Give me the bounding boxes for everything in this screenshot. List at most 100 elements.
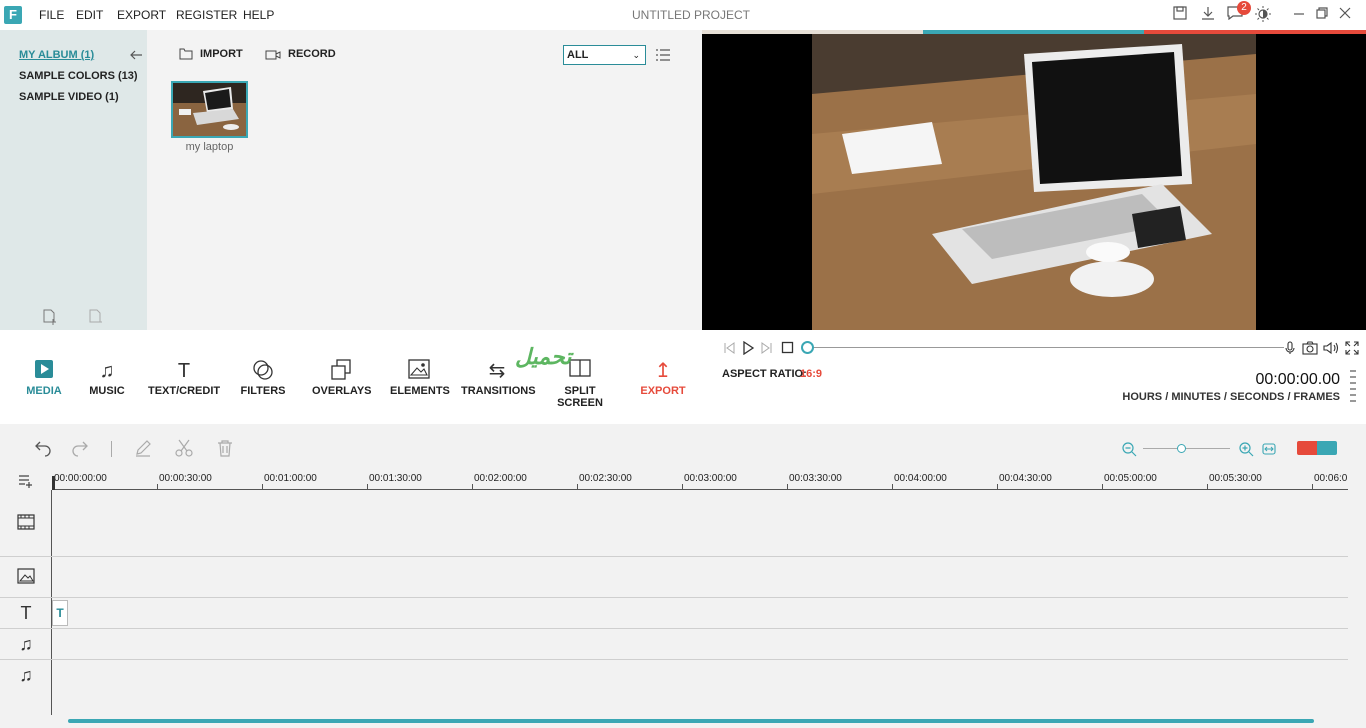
ruler-tick-mark (1207, 484, 1208, 490)
stop-icon[interactable] (781, 341, 794, 357)
watermark: تحميل (515, 344, 572, 369)
notification-badge: 2 (1237, 1, 1251, 15)
tab-filters-label: FILTERS (240, 385, 286, 397)
ruler-tick-mark (367, 484, 368, 490)
tab-text-credit[interactable]: T TEXT/CREDIT (148, 359, 220, 397)
seek-handle[interactable] (801, 341, 814, 354)
seek-bar[interactable] (808, 347, 1284, 348)
timecode-units: HOURS / MINUTES / SECONDS / FRAMES (1122, 391, 1340, 403)
chevron-down-icon: ⌄ (632, 50, 640, 60)
thumbnail-label: my laptop (185, 141, 234, 153)
zoom-out-icon[interactable] (1121, 441, 1137, 462)
microphone-icon[interactable] (1283, 341, 1297, 358)
ruler-tick-label: 00:00:30:00 (159, 473, 212, 484)
ruler-tick-label: 00:00:00:00 (54, 473, 107, 484)
collapse-arrow-icon[interactable] (129, 48, 143, 67)
next-frame-icon[interactable] (760, 341, 774, 358)
folder-icon (179, 47, 193, 65)
storyboard-view-icon[interactable] (1317, 441, 1337, 455)
add-folder-icon[interactable] (42, 309, 58, 330)
aspect-ratio-label: ASPECT RATIO: (722, 368, 807, 380)
delete-icon[interactable] (216, 439, 234, 462)
track-view-icon[interactable] (1297, 441, 1317, 455)
add-track-icon[interactable] (18, 474, 34, 493)
album-item-sample-colors[interactable]: SAMPLE COLORS (13) (19, 70, 138, 82)
menu-file[interactable]: FILE (39, 8, 64, 22)
tab-overlays-label: OVERLAYS (312, 385, 372, 397)
filter-selected-value: ALL (567, 49, 589, 61)
ruler-tick-mark (1312, 484, 1313, 490)
close-icon[interactable] (1336, 6, 1354, 24)
snapshot-icon[interactable] (1302, 341, 1318, 358)
ruler-tick-label: 00:02:30:00 (579, 473, 632, 484)
undo-icon[interactable] (34, 439, 52, 462)
aspect-ratio-value[interactable]: 16:9 (800, 368, 822, 380)
project-title: UNTITLED PROJECT (632, 8, 751, 22)
media-thumbnail-my-laptop[interactable] (171, 81, 248, 138)
import-button[interactable]: IMPORT (200, 48, 243, 60)
fit-timeline-icon[interactable] (1262, 442, 1276, 460)
tab-music-label: MUSIC (89, 385, 125, 397)
fullscreen-icon[interactable] (1345, 341, 1359, 358)
zoom-in-icon[interactable] (1238, 441, 1254, 462)
download-icon[interactable] (1199, 6, 1217, 24)
timeline-view-toggle[interactable] (1297, 441, 1337, 455)
track-separator (0, 597, 1348, 598)
media-filter-select[interactable]: ALL ⌄ (563, 45, 646, 65)
save-icon[interactable] (1171, 6, 1189, 24)
tab-filters[interactable]: FILTERS (240, 359, 286, 397)
tab-elements-label: ELEMENTS (390, 385, 450, 397)
record-button[interactable]: RECORD (288, 48, 336, 60)
redo-icon[interactable] (71, 439, 89, 462)
remove-folder-icon[interactable] (88, 309, 104, 330)
ruler-tick-mark (892, 484, 893, 490)
ruler-tick-mark (787, 484, 788, 490)
camera-icon (265, 48, 281, 66)
ruler-tick-mark (472, 484, 473, 490)
album-item-my-album[interactable]: MY ALBUM (1) (19, 49, 94, 61)
media-icon (22, 359, 66, 385)
prev-frame-icon[interactable] (722, 341, 736, 358)
image-track-icon (14, 568, 38, 589)
music-track-icon-2: ♫ (19, 665, 33, 685)
tab-transitions-label: TRANSITIONS (461, 385, 536, 397)
maximize-icon[interactable] (1313, 6, 1331, 24)
album-item-sample-video[interactable]: SAMPLE VIDEO (1) (19, 91, 119, 103)
tab-media[interactable]: MEDIA (22, 359, 66, 397)
tab-elements[interactable]: ELEMENTS (390, 359, 450, 397)
scissors-icon[interactable] (175, 439, 193, 462)
app-logo: F (4, 6, 22, 24)
menu-register[interactable]: REGISTER (176, 8, 237, 22)
brightness-icon[interactable] (1254, 6, 1272, 24)
ruler-tick-label: 00:03:30:00 (789, 473, 842, 484)
minimize-icon[interactable] (1290, 6, 1308, 24)
volume-icon[interactable] (1323, 341, 1339, 358)
edit-pencil-icon[interactable] (134, 439, 152, 462)
menu-edit[interactable]: EDIT (76, 8, 103, 22)
filters-icon (240, 359, 286, 385)
ruler-tick-label: 00:04:30:00 (999, 473, 1052, 484)
ruler-tick-label: 00:05:30:00 (1209, 473, 1262, 484)
play-icon[interactable] (741, 340, 755, 358)
text-clip[interactable]: T (52, 600, 68, 626)
music-track-icon-1: ♫ (19, 634, 33, 654)
tab-music[interactable]: ♫ MUSIC (85, 359, 129, 397)
export-icon: ↥ (654, 360, 672, 382)
ruler-tick-label: 00:05:00:00 (1104, 473, 1157, 484)
tab-media-label: MEDIA (26, 385, 62, 397)
track-separator (0, 659, 1348, 660)
timeline-horizontal-scrollbar[interactable] (68, 719, 1314, 723)
playhead[interactable] (52, 476, 55, 490)
menu-help[interactable]: HELP (243, 8, 274, 22)
preview-frame-image (812, 34, 1256, 330)
ruler-tick-label: 00:06:0 (1314, 473, 1348, 484)
menu-export[interactable]: EXPORT (117, 8, 166, 22)
export-button[interactable]: ↥ EXPORT (638, 359, 688, 397)
list-view-icon[interactable] (655, 48, 671, 67)
zoom-slider[interactable] (1143, 448, 1230, 449)
zoom-handle[interactable] (1177, 444, 1186, 453)
media-library (147, 30, 702, 330)
tab-text-credit-label: TEXT/CREDIT (148, 385, 221, 397)
drag-handle-icon[interactable] (1349, 369, 1357, 410)
tab-overlays[interactable]: OVERLAYS (312, 359, 372, 397)
